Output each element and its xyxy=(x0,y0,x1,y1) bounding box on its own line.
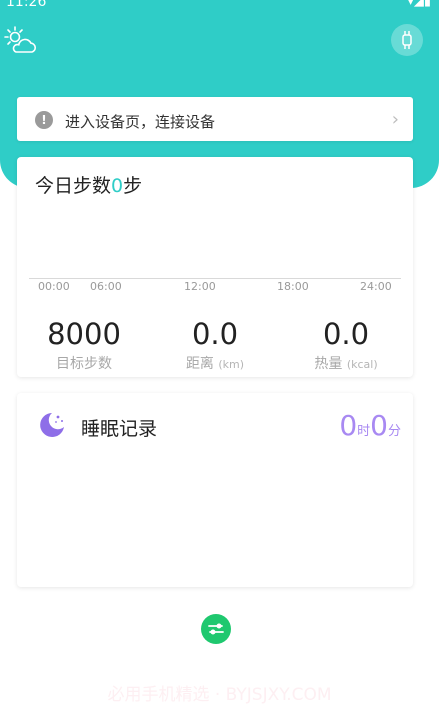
moon-icon xyxy=(40,413,64,437)
sleep-minutes-unit: 分 xyxy=(387,424,401,439)
connect-device-text: 进入设备页，连接设备 xyxy=(65,113,216,131)
distance-stat: 0.0 距离 (km) xyxy=(155,317,275,373)
tick-label: 00:00 xyxy=(38,280,70,293)
distance-value: 0.0 xyxy=(191,317,239,351)
exclamation-icon: ! xyxy=(35,111,53,129)
steps-chart-axis xyxy=(29,278,401,279)
sleep-title: 睡眠记录 xyxy=(81,418,158,440)
goal-steps-value: 8000 xyxy=(47,317,121,351)
calorie-label-row: 热量 (kcal) xyxy=(286,353,406,373)
chevron-right-icon: › xyxy=(391,109,399,130)
distance-unit: (km) xyxy=(218,358,245,371)
goal-steps-label: 目标步数 xyxy=(56,356,112,372)
tick-label: 24:00 xyxy=(360,280,392,293)
calorie-unit: (kcal) xyxy=(346,358,378,371)
distance-label-row: 距离 (km) xyxy=(155,353,275,373)
sleep-card[interactable]: 睡眠记录 0时0分 xyxy=(17,393,413,587)
steps-title-prefix: 今日步数 xyxy=(35,175,112,197)
sleep-hours: 0 xyxy=(339,409,358,442)
status-time: 11:26 xyxy=(6,0,47,10)
calorie-label: 热量 xyxy=(314,356,343,372)
tick-label: 12:00 xyxy=(184,280,216,293)
calorie-value: 0.0 xyxy=(322,317,370,351)
watch-icon xyxy=(402,31,412,49)
watermark-text: 必用手机精选 · BYJSJXY.COM xyxy=(107,685,332,705)
steps-card[interactable]: 今日步数0步 00:00 06:00 12:00 18:00 24:00 800… xyxy=(17,157,413,377)
steps-title: 今日步数0步 xyxy=(35,171,142,198)
tick-label: 06:00 xyxy=(90,280,122,293)
steps-count: 0 xyxy=(111,175,124,197)
steps-title-suffix: 步 xyxy=(123,175,143,197)
distance-label: 距离 xyxy=(185,356,214,372)
connect-device-banner[interactable]: ! 进入设备页，连接设备 › xyxy=(17,97,413,141)
tick-label: 18:00 xyxy=(277,280,309,293)
watch-device-button[interactable] xyxy=(391,24,423,56)
sleep-minutes: 0 xyxy=(370,409,388,442)
sleep-hours-unit: 时 xyxy=(357,424,371,439)
goal-steps-stat: 8000 目标步数 xyxy=(24,317,144,373)
sleep-duration: 0时0分 xyxy=(339,409,401,442)
status-bar: 11:26 ▾◢▮ xyxy=(0,0,439,14)
weather-icon[interactable] xyxy=(4,26,36,56)
sync-button[interactable] xyxy=(201,614,231,644)
status-icons: ▾◢▮ xyxy=(407,0,431,9)
sync-icon xyxy=(208,623,224,635)
calorie-stat: 0.0 热量 (kcal) xyxy=(286,317,406,373)
